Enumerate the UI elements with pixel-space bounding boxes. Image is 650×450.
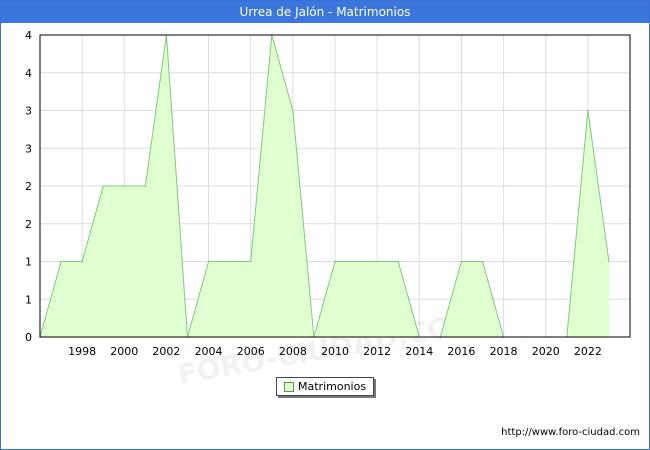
y-tick-label: 4 [25, 29, 32, 42]
data-point [123, 185, 126, 187]
source-url[interactable]: http://www.foro-ciudad.com [501, 427, 640, 438]
y-tick-label: 0 [25, 331, 32, 344]
y-tick-label: 1 [25, 293, 32, 306]
data-point [608, 260, 610, 263]
x-tick-label: 2006 [237, 345, 265, 358]
x-tick-label: 2014 [405, 345, 433, 358]
data-point [60, 260, 62, 263]
y-tick-label: 1 [25, 256, 32, 269]
data-point [376, 260, 378, 263]
y-tick-label: 2 [25, 218, 32, 231]
y-tick-label: 3 [25, 105, 32, 118]
data-point [81, 260, 83, 263]
data-point [460, 260, 463, 263]
data-point [228, 260, 231, 263]
x-tick-label: 1998 [68, 345, 96, 358]
x-tick-label: 2002 [152, 345, 180, 358]
x-tick-label: 2022 [574, 345, 602, 358]
data-point [334, 260, 336, 263]
legend-label-matrimonios: Matrimonios [298, 380, 367, 393]
data-point [207, 260, 210, 263]
x-tick-label: 2010 [321, 345, 349, 358]
legend-swatch-matrimonios [284, 382, 294, 392]
x-tick-label: 2018 [490, 345, 518, 358]
legend: Matrimonios [276, 377, 374, 396]
data-point [144, 185, 147, 187]
data-point [587, 109, 589, 112]
data-point [249, 260, 252, 263]
data-point [292, 109, 294, 112]
y-tick-label: 4 [25, 67, 32, 80]
x-tick-label: 2012 [363, 345, 391, 358]
y-tick-label: 2 [25, 180, 32, 193]
data-point [355, 260, 357, 263]
x-tick-label: 2000 [110, 345, 138, 358]
x-tick-label: 2016 [447, 345, 475, 358]
y-tick-label: 3 [25, 142, 32, 155]
data-point [102, 185, 105, 187]
x-tick-label: 2020 [532, 345, 560, 358]
data-point [397, 260, 400, 263]
data-point [481, 260, 484, 263]
x-tick-label: 2008 [279, 345, 307, 358]
x-tick-label: 2004 [195, 345, 223, 358]
